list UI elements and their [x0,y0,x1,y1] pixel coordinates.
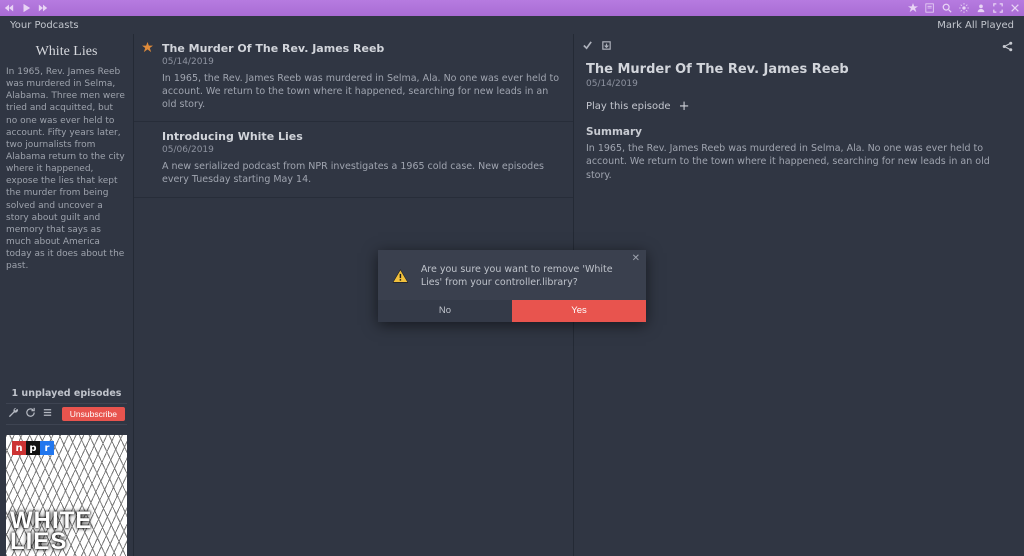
episode-item[interactable]: Introducing White Lies 05/06/2019 A new … [134,122,573,198]
npr-logo: n p r [12,441,54,455]
summary-text: In 1965, the Rev. James Reeb was murdere… [586,142,1012,182]
check-icon[interactable] [582,40,593,54]
header: Your Podcasts Mark All Played [0,16,1024,34]
share-icon[interactable] [1001,40,1014,56]
star-icon [142,42,153,56]
wrench-icon[interactable] [8,407,19,421]
podcast-cover: n p r WHITE LIES [6,435,127,556]
episode-title: Introducing White Lies [162,130,563,143]
expand-icon[interactable] [993,3,1003,13]
episode-body: In 1965, the Rev. James Reeb was murdere… [162,73,563,111]
sidebar-tools: Unsubscribe [6,403,127,425]
close-icon[interactable] [1010,3,1020,13]
podcast-description: In 1965, Rev. James Reeb was murdered in… [6,66,127,272]
gear-icon[interactable] [959,3,969,13]
summary-heading: Summary [586,126,1012,138]
episode-body: A new serialized podcast from NPR invest… [162,161,563,187]
plus-icon: + [679,99,690,114]
episode-date: 05/06/2019 [162,145,563,155]
unplayed-count: 1 unplayed episodes [6,388,127,399]
search-icon[interactable] [942,3,952,13]
dialog-close-icon[interactable]: ✕ [632,253,640,264]
detail-date: 05/14/2019 [586,79,1012,89]
skip-back-icon[interactable] [4,3,14,13]
star-icon[interactable] [908,3,918,13]
dialog-no-button[interactable]: No [378,300,512,322]
note-icon[interactable] [925,3,935,13]
episode-item[interactable]: The Murder Of The Rev. James Reeb 05/14/… [134,34,573,122]
detail-title: The Murder Of The Rev. James Reeb [586,62,1012,77]
person-icon[interactable] [976,3,986,13]
play-episode-button[interactable]: Play this episode + [586,99,689,114]
unsubscribe-button[interactable]: Unsubscribe [62,407,125,421]
cover-title-2: LIES [10,532,92,552]
download-icon[interactable] [601,40,612,54]
titlebar [0,0,1024,16]
dialog-yes-button[interactable]: Yes [512,300,646,322]
refresh-icon[interactable] [25,407,36,421]
dialog-message: Are you sure you want to remove 'White L… [421,264,632,290]
skip-forward-icon[interactable] [38,3,48,13]
podcast-title: White Lies [6,44,127,60]
warning-icon [392,264,409,288]
mark-all-played-button[interactable]: Mark All Played [937,20,1014,31]
episode-title: The Murder Of The Rev. James Reeb [162,42,563,55]
play-icon[interactable] [21,3,31,13]
sidebar: White Lies In 1965, Rev. James Reeb was … [0,34,133,556]
your-podcasts-link[interactable]: Your Podcasts [10,20,79,31]
confirm-dialog: ✕ Are you sure you want to remove 'White… [378,250,646,322]
list-icon[interactable] [42,407,53,421]
episode-date: 05/14/2019 [162,57,563,67]
